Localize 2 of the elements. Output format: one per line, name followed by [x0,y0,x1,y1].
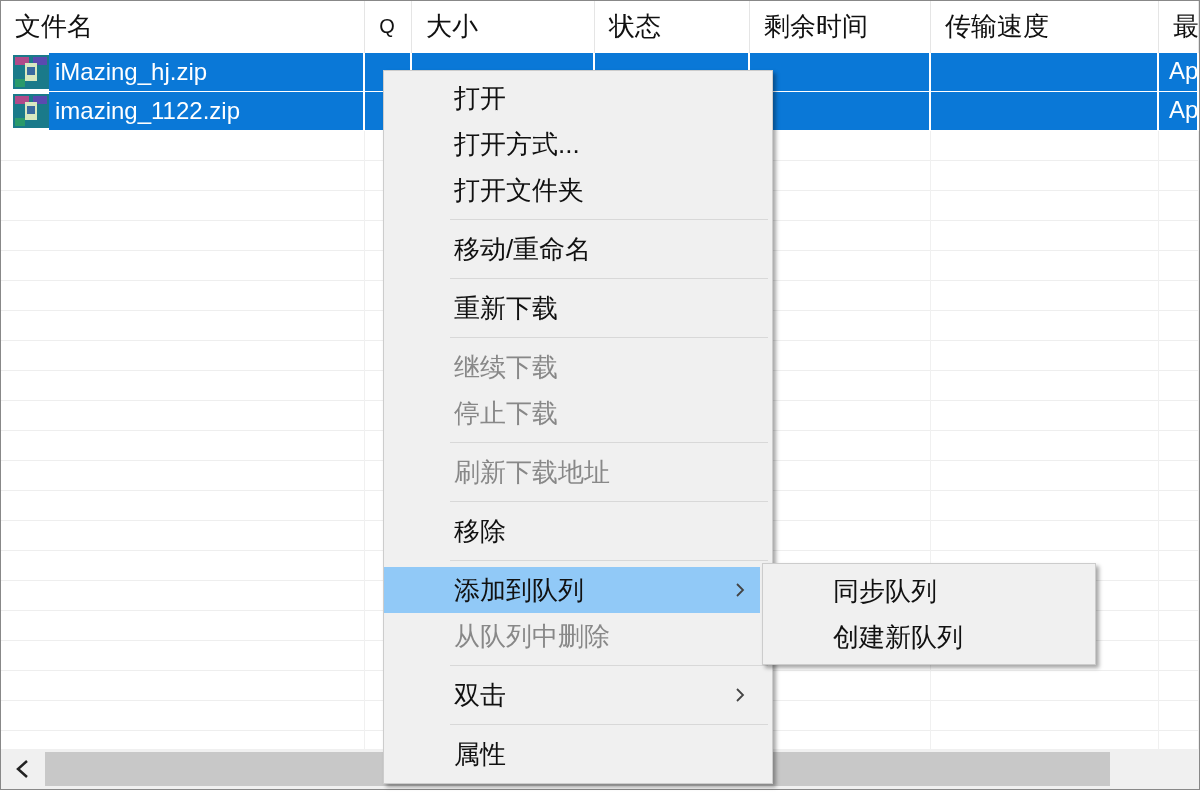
table-cell: Ap [1159,92,1199,130]
table-cell: Ap [1159,53,1199,91]
